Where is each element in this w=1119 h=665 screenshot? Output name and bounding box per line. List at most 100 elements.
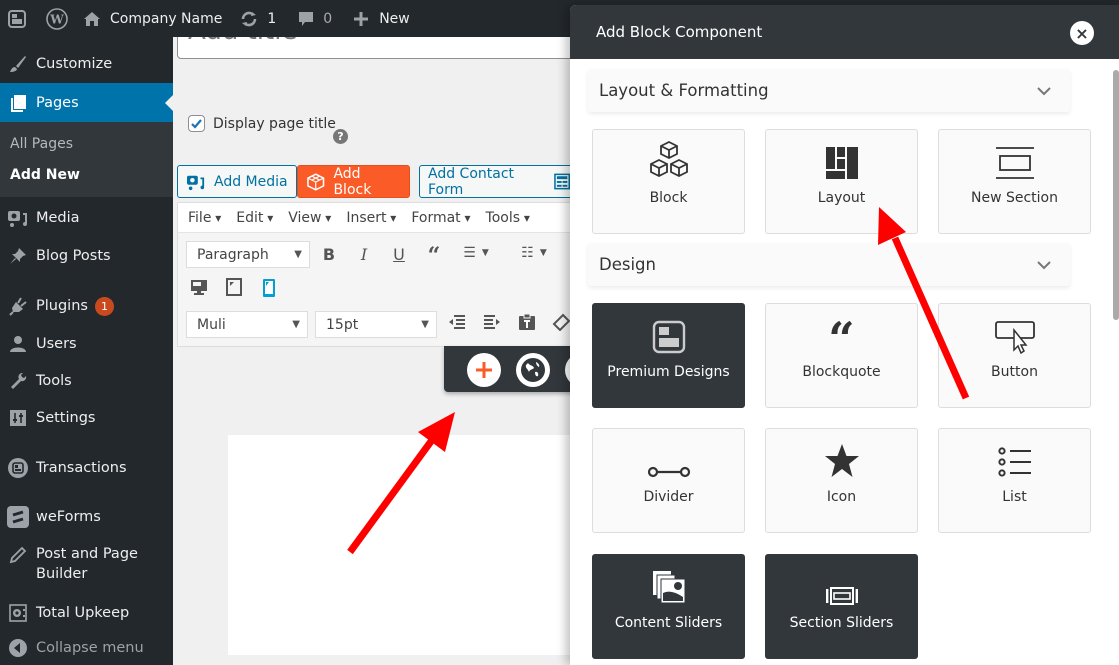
- format-select[interactable]: Paragraph ▼: [186, 241, 310, 268]
- submenu-all-pages[interactable]: All Pages: [10, 136, 73, 152]
- section-title: Layout & Formatting: [599, 81, 769, 100]
- tile-label: Section Sliders: [789, 615, 894, 631]
- cubes-icon: [649, 140, 688, 178]
- dropdown-arrow-icon: ▼: [294, 249, 302, 260]
- sidebar-item-label: Collapse menu: [36, 640, 144, 656]
- globe-icon: [521, 358, 545, 382]
- tile-content-sliders[interactable]: Content Sliders: [592, 554, 745, 659]
- sidebar-item-pages[interactable]: Pages: [0, 83, 173, 122]
- quote-icon: “: [828, 312, 855, 366]
- updates-link[interactable]: 1: [229, 0, 283, 37]
- menu-format[interactable]: Format: [411, 210, 470, 226]
- underline-button[interactable]: U: [388, 245, 410, 264]
- admin-sidebar: All Pages Add New Customize Pages Media …: [0, 37, 173, 665]
- boldgrid-logo[interactable]: [0, 0, 34, 37]
- tile-blockquote[interactable]: “ Blockquote: [765, 303, 918, 408]
- bullet-list-button[interactable]: ☰ ▼: [458, 245, 494, 261]
- comments-link[interactable]: 0: [283, 0, 339, 37]
- add-contact-form-button[interactable]: Add Contact Form: [419, 165, 579, 198]
- numbered-list-button[interactable]: ☷ ▼: [514, 245, 554, 261]
- sidebar-item-blog-posts[interactable]: Blog Posts: [0, 237, 173, 275]
- outdent-icon: [449, 315, 465, 329]
- plus-icon: [476, 362, 492, 378]
- indent-button[interactable]: [481, 314, 503, 330]
- sidebar-item-label: Users: [36, 336, 77, 352]
- sidebar-item-settings[interactable]: Settings: [0, 399, 173, 437]
- tile-button[interactable]: Button: [938, 303, 1091, 408]
- cube-icon: [307, 172, 325, 191]
- tile-list[interactable]: List: [938, 428, 1091, 533]
- tile-premium-designs[interactable]: Premium Designs: [592, 303, 745, 408]
- new-content-link[interactable]: New: [339, 0, 417, 37]
- sidebar-item-plugins[interactable]: Plugins 1: [0, 287, 173, 325]
- bold-button[interactable]: B: [318, 245, 340, 264]
- add-contact-form-label: Add Contact Form: [428, 165, 515, 198]
- tile-label: New Section: [970, 190, 1058, 206]
- menu-edit[interactable]: Edit: [236, 210, 273, 226]
- add-block-floating-button[interactable]: [467, 353, 501, 387]
- sidebar-item-post-page-builder[interactable]: Post and Page Builder: [0, 544, 173, 592]
- wordpress-logo[interactable]: W: [34, 0, 75, 37]
- tablet-view-button[interactable]: [223, 278, 245, 296]
- section-layout-formatting[interactable]: Layout & Formatting: [588, 69, 1070, 112]
- list-icon: [997, 447, 1031, 477]
- sidebar-item-total-upkeep[interactable]: Total Upkeep: [0, 594, 173, 632]
- editor-canvas[interactable]: [228, 435, 578, 655]
- site-name-link[interactable]: Company Name: [75, 0, 229, 37]
- collapse-menu-button[interactable]: Collapse menu: [0, 630, 173, 665]
- desktop-icon: [191, 280, 207, 295]
- sidebar-item-transactions[interactable]: Transactions: [0, 449, 173, 487]
- user-icon: [0, 334, 36, 354]
- media-icon: [187, 175, 205, 190]
- font-family-select[interactable]: Muli ▼: [186, 311, 308, 338]
- section-icon: [995, 147, 1034, 179]
- menu-file[interactable]: File: [188, 210, 221, 226]
- display-title-checkbox[interactable]: [188, 115, 205, 132]
- divider-icon: [647, 466, 690, 478]
- menu-view[interactable]: View: [288, 210, 331, 226]
- tile-new-section[interactable]: New Section: [938, 129, 1091, 234]
- globe-floating-button[interactable]: [516, 353, 550, 387]
- add-block-button[interactable]: Add Block: [297, 165, 410, 198]
- sidebar-item-weforms[interactable]: weForms: [0, 498, 173, 536]
- blockquote-button[interactable]: “: [423, 243, 445, 269]
- tile-label: List: [1002, 489, 1027, 505]
- tile-divider[interactable]: Divider: [592, 428, 745, 533]
- clear-formatting-button[interactable]: [550, 313, 572, 331]
- premium-designs-icon: [652, 320, 685, 354]
- eraser-icon: [552, 313, 570, 331]
- help-icon[interactable]: ?: [333, 129, 348, 144]
- menu-insert[interactable]: Insert: [346, 210, 396, 226]
- sidebar-item-tools[interactable]: Tools: [0, 362, 173, 400]
- tile-icon[interactable]: Icon: [765, 428, 918, 533]
- section-design[interactable]: Design: [588, 243, 1070, 286]
- close-icon: ×: [1075, 23, 1089, 43]
- close-panel-button[interactable]: ×: [1070, 21, 1094, 45]
- sidebar-item-media[interactable]: Media: [0, 199, 173, 237]
- panel-scrollbar[interactable]: [1113, 70, 1119, 320]
- tile-label: Premium Designs: [607, 364, 730, 380]
- tile-section-sliders[interactable]: Section Sliders: [765, 554, 918, 659]
- submenu-add-new[interactable]: Add New: [10, 167, 80, 183]
- sidebar-item-label: Transactions: [36, 460, 127, 476]
- outdent-button[interactable]: [446, 314, 468, 330]
- sidebar-item-customize[interactable]: Customize: [0, 45, 173, 83]
- sidebar-item-label: Customize: [36, 56, 113, 72]
- add-media-button[interactable]: Add Media: [177, 165, 297, 198]
- menu-tools[interactable]: Tools: [486, 210, 530, 226]
- tile-label: Divider: [643, 489, 694, 505]
- add-block-component-panel: Add Block Component × Layout & Formattin…: [570, 5, 1119, 665]
- tile-block[interactable]: Block: [592, 129, 745, 234]
- desktop-view-button[interactable]: [188, 278, 210, 296]
- paste-text-button[interactable]: [516, 313, 538, 331]
- display-page-title-option: Display page title: [188, 115, 336, 132]
- italic-button[interactable]: I: [353, 245, 375, 264]
- media-icon: [0, 208, 36, 228]
- checkmark-icon: [191, 119, 202, 129]
- font-size-select[interactable]: 15pt ▼: [315, 311, 437, 338]
- sidebar-item-users[interactable]: Users: [0, 325, 173, 363]
- plugin-icon: [0, 296, 36, 316]
- chevron-down-icon: [1036, 255, 1052, 274]
- tile-layout[interactable]: Layout: [765, 129, 918, 234]
- mobile-view-button[interactable]: [258, 278, 280, 298]
